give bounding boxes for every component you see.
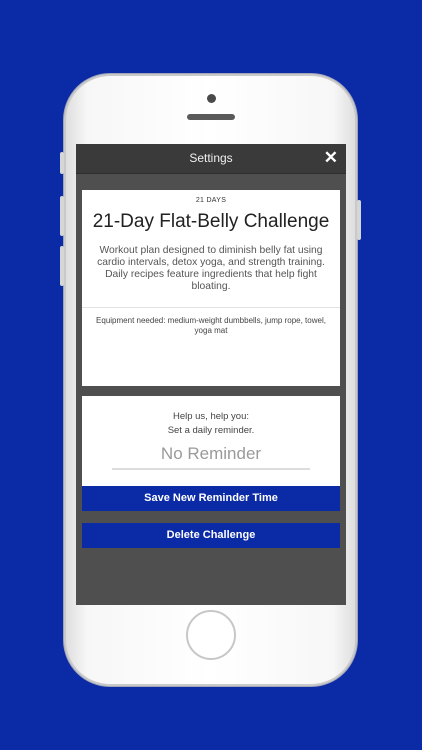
speaker-grille <box>187 114 235 120</box>
power-button <box>357 200 361 240</box>
mute-switch <box>60 152 64 174</box>
app-screen: Settings ✕ 21 DAYS 21-Day Flat-Belly Cha… <box>76 144 346 605</box>
reminder-help-line2: Set a daily reminder. <box>167 425 255 436</box>
delete-challenge-button[interactable]: Delete Challenge <box>82 523 340 548</box>
divider <box>82 307 340 308</box>
challenge-description: Workout plan designed to diminish belly … <box>97 245 325 292</box>
challenge-title: 21-Day Flat-Belly Challenge <box>92 211 330 232</box>
reminder-help-text: Help us, help you: Set a daily reminder. <box>82 410 340 438</box>
reminder-time-picker[interactable]: No Reminder <box>82 444 340 464</box>
reminder-card: Help us, help you: Set a daily reminder.… <box>82 396 340 486</box>
challenge-card: 21 DAYS 21-Day Flat-Belly Challenge Work… <box>82 190 340 386</box>
reminder-underline <box>112 468 310 470</box>
equipment-text: Equipment needed: medium-weight dumbbell… <box>96 316 326 335</box>
reminder-help-line1: Help us, help you: <box>172 411 250 422</box>
page-title: Settings <box>189 151 233 165</box>
save-reminder-button[interactable]: Save New Reminder Time <box>82 486 340 511</box>
volume-up-button <box>60 196 64 236</box>
close-icon[interactable]: ✕ <box>324 148 338 168</box>
volume-down-button <box>60 246 64 286</box>
duration-label: 21 DAYS <box>195 197 227 204</box>
camera-icon <box>207 94 216 103</box>
home-button[interactable] <box>186 610 236 660</box>
settings-header: Settings ✕ <box>76 144 346 174</box>
